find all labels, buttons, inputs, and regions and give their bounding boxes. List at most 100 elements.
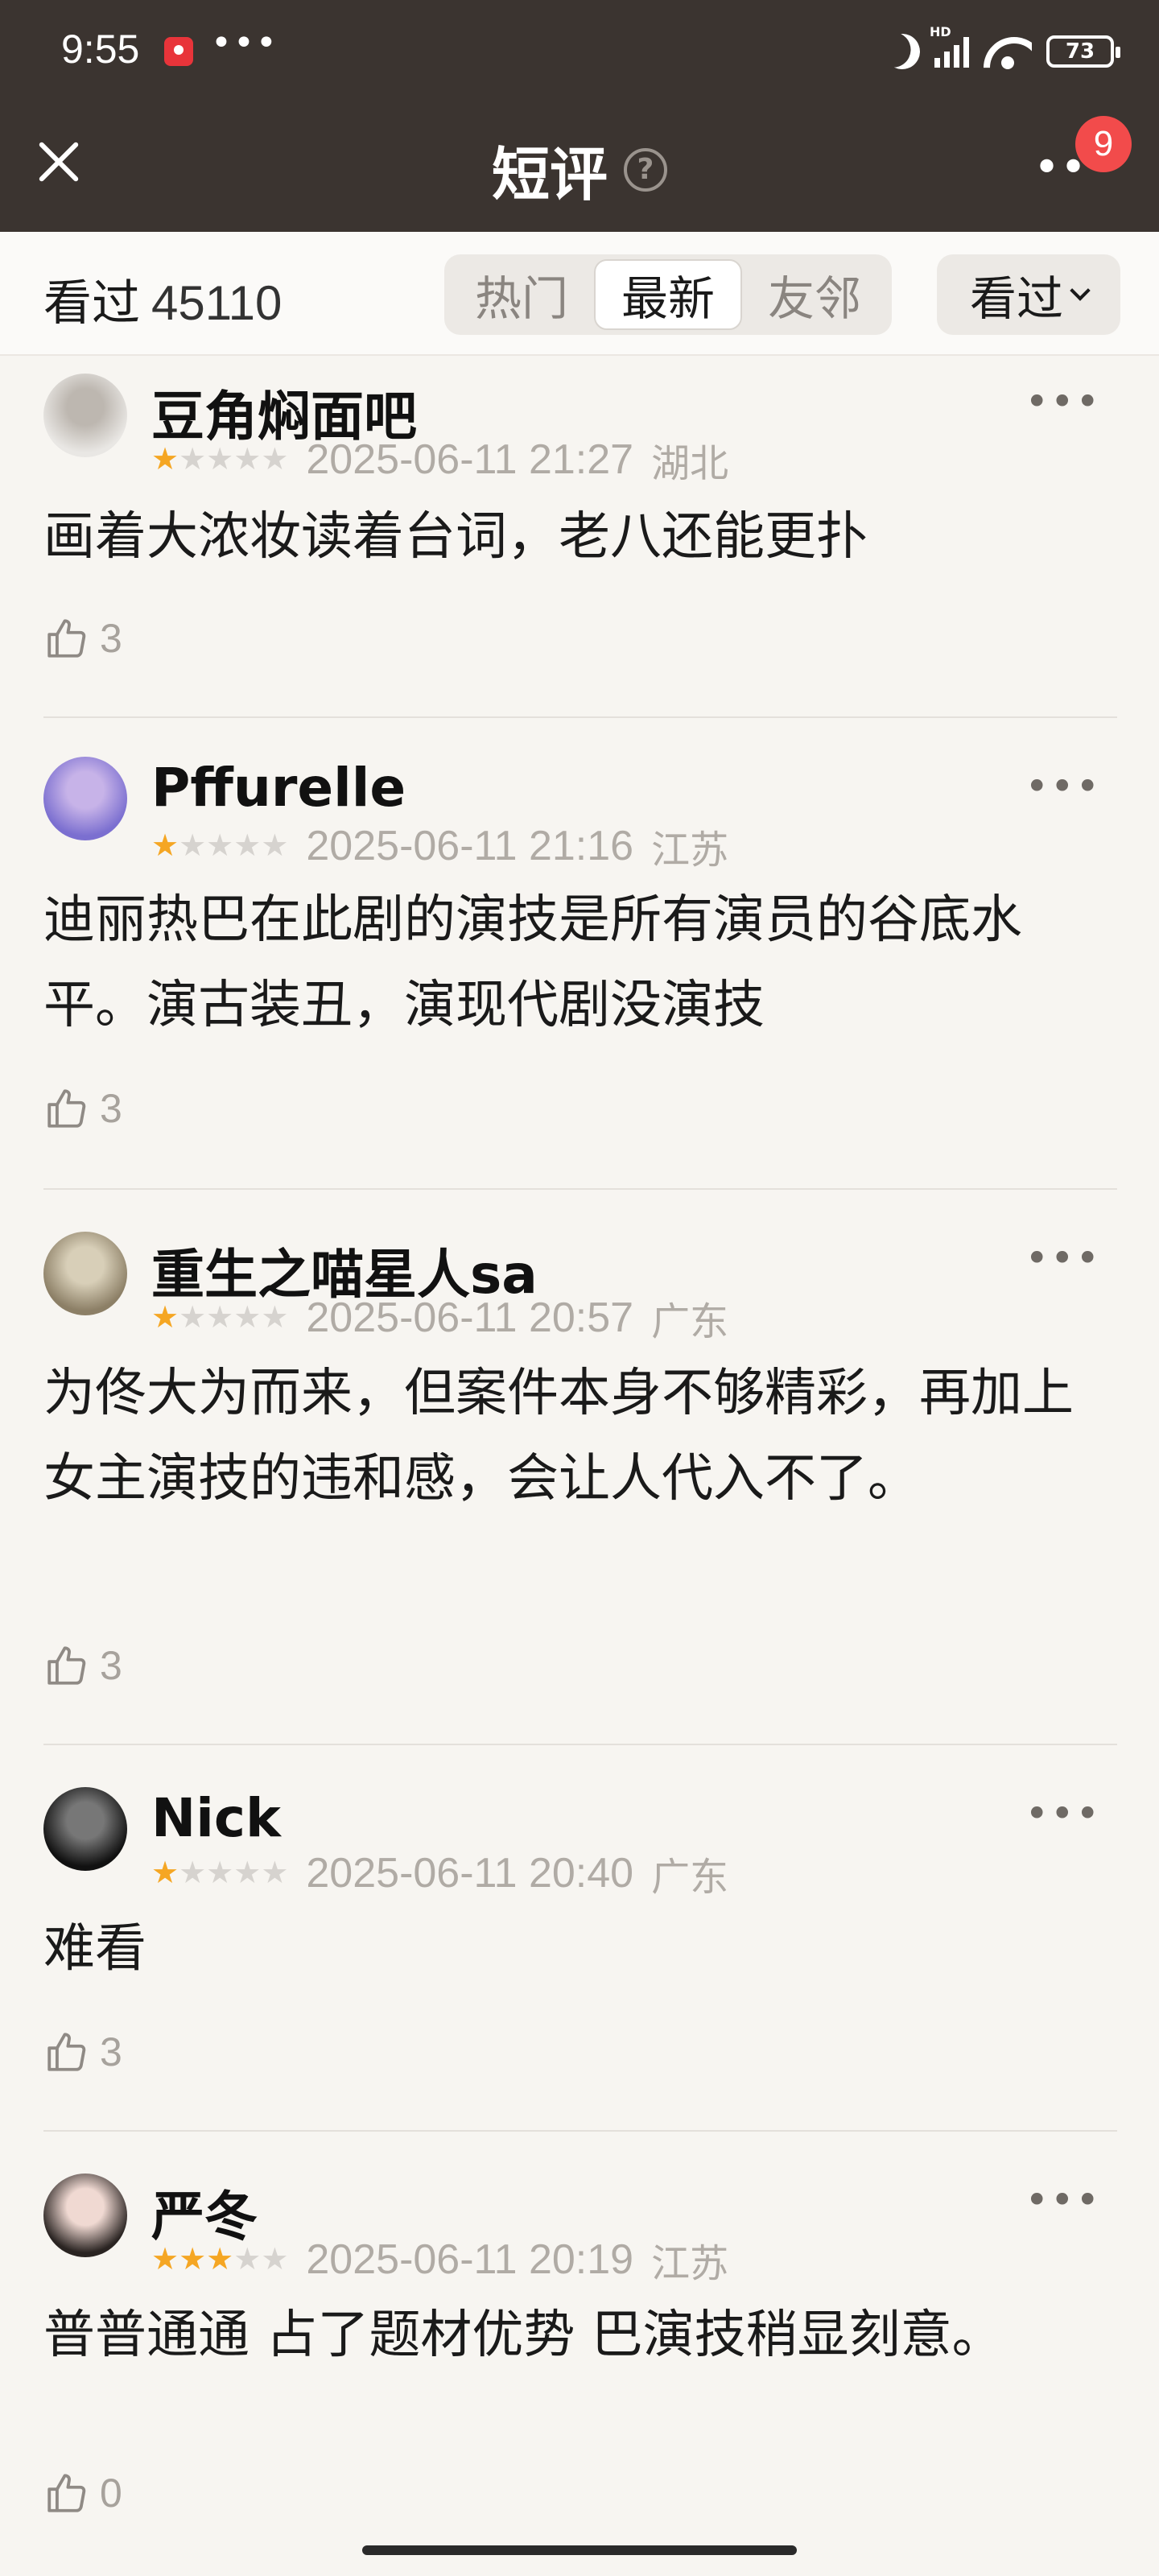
wifi-icon — [984, 34, 1032, 69]
like-button[interactable]: 3 — [43, 615, 122, 662]
status-filter-label: 看过 — [969, 271, 1063, 326]
review-time: 2025-06-11 21:27 — [306, 436, 634, 483]
star-empty-icon: ★ — [233, 1301, 262, 1335]
review-meta: ★ ★ ★ ★ ★ 2025-06-11 20:40 广东 — [151, 1845, 728, 1901]
thumbs-up-icon — [43, 615, 90, 662]
star-empty-icon: ★ — [233, 443, 262, 477]
review-item: 重生之喵星人sa ★ ★ ★ ★ ★ 2025-06-11 20:57 广东 ••• 为… — [43, 1190, 1117, 1745]
thumbs-up-icon — [43, 2029, 90, 2075]
review-more-icon[interactable]: ••• — [1025, 2177, 1101, 2223]
star-empty-icon: ★ — [233, 829, 262, 863]
tab-latest[interactable]: 最新 — [594, 259, 742, 330]
star-empty-icon: ★ — [261, 829, 289, 863]
like-count: 3 — [100, 2029, 122, 2074]
more-notifications-icon: ••• — [211, 23, 278, 64]
avatar[interactable] — [43, 1787, 127, 1871]
status-time: 9:55 — [61, 27, 140, 72]
sort-tabs: 热门 最新 友邻 — [444, 254, 892, 335]
like-button[interactable]: 3 — [43, 1085, 122, 1132]
star-filled-icon: ★ — [151, 829, 179, 863]
home-indicator[interactable] — [362, 2545, 797, 2555]
star-empty-icon: ★ — [206, 1856, 234, 1890]
notification-app-icon — [164, 37, 193, 66]
review-text: 难看 — [43, 1919, 146, 1979]
review-meta: ★ ★ ★ ★ ★ 2025-06-11 20:19 江苏 — [151, 2231, 728, 2288]
like-count: 0 — [100, 2471, 122, 2516]
like-count: 3 — [100, 1086, 122, 1131]
star-empty-icon: ★ — [261, 2243, 289, 2277]
star-filled-icon: ★ — [151, 1301, 179, 1335]
review-more-icon[interactable]: ••• — [1025, 763, 1101, 810]
review-item: Pffurelle ★ ★ ★ ★ ★ 2025-06-11 21:16 江苏 ••• … — [43, 718, 1117, 1190]
review-item: Nick ★ ★ ★ ★ ★ 2025-06-11 20:40 广东 ••• 难看 3 — [43, 1745, 1117, 2132]
review-location: 广东 — [651, 1855, 729, 1900]
avatar[interactable] — [43, 757, 127, 840]
help-icon[interactable]: ? — [624, 147, 667, 192]
star-filled-icon: ★ — [151, 443, 179, 477]
review-more-icon[interactable]: ••• — [1025, 378, 1101, 425]
review-list: 豆角焖面吧 ★ ★ ★ ★ ★ 2025-06-11 21:27 湖北 ••• 画着大浓… — [43, 356, 1117, 2537]
star-empty-icon: ★ — [261, 443, 289, 477]
review-text: 迪丽热巴在此剧的演技是所有演员的谷底水平。演古装丑，演现代剧没演技 — [43, 890, 1022, 1035]
review-location: 湖北 — [651, 441, 729, 486]
status-icons: HD 73 — [885, 24, 1120, 74]
review-username[interactable]: Nick — [151, 1787, 281, 1849]
rating-stars: ★ ★ ★ ★ ★ — [151, 2244, 288, 2275]
seen-label: 看过 — [43, 275, 140, 332]
avatar[interactable] — [43, 1232, 127, 1315]
hd-label: HD — [930, 24, 951, 39]
review-meta: ★ ★ ★ ★ ★ 2025-06-11 20:57 广东 — [151, 1290, 728, 1346]
review-username[interactable]: Pffurelle — [151, 757, 406, 819]
review-time: 2025-06-11 20:57 — [306, 1294, 634, 1341]
nav-bar: 短评 ? •• 9 — [0, 97, 1159, 232]
tab-hot[interactable]: 热门 — [449, 259, 594, 330]
seen-count-value: 45110 — [151, 276, 283, 330]
cellular-signal-icon: HD — [930, 24, 969, 68]
rating-stars: ★ ★ ★ ★ ★ — [151, 444, 288, 475]
like-button[interactable]: 3 — [43, 1642, 122, 1689]
star-empty-icon: ★ — [206, 443, 234, 477]
avatar[interactable] — [43, 374, 127, 457]
review-meta: ★ ★ ★ ★ ★ 2025-06-11 21:16 江苏 — [151, 818, 728, 874]
star-empty-icon: ★ — [179, 443, 207, 477]
review-location: 江苏 — [651, 828, 729, 873]
like-count: 3 — [100, 616, 122, 661]
battery-level: 73 — [1065, 39, 1095, 64]
star-filled-icon: ★ — [206, 2243, 234, 2277]
star-empty-icon: ★ — [179, 829, 207, 863]
review-time: 2025-06-11 20:40 — [306, 1850, 634, 1897]
status-bar: 9:55 ••• HD 73 — [0, 0, 1159, 97]
star-empty-icon: ★ — [261, 1301, 289, 1335]
status-filter-dropdown[interactable]: 看过 — [937, 254, 1120, 335]
tab-friends[interactable]: 友邻 — [742, 259, 887, 330]
review-time: 2025-06-11 21:16 — [306, 823, 634, 869]
review-more-icon[interactable]: ••• — [1025, 1235, 1101, 1282]
like-button[interactable]: 0 — [43, 2470, 122, 2516]
like-button[interactable]: 3 — [43, 2029, 122, 2075]
thumbs-up-icon — [43, 1085, 90, 1132]
rating-stars: ★ ★ ★ ★ ★ — [151, 1302, 288, 1333]
review-text: 为佟大为而来，但案件本身不够精彩，再加上女主演技的违和感，会让人代入不了。 — [43, 1364, 1074, 1509]
seen-count: 看过 45110 — [43, 264, 282, 334]
do-not-disturb-icon — [880, 29, 925, 74]
review-more-icon[interactable]: ••• — [1025, 1790, 1101, 1837]
star-filled-icon: ★ — [179, 2243, 207, 2277]
star-empty-icon: ★ — [233, 1856, 262, 1890]
star-empty-icon: ★ — [179, 1301, 207, 1335]
star-empty-icon: ★ — [206, 1301, 234, 1335]
star-filled-icon: ★ — [151, 1856, 179, 1890]
review-item: 严冬 ★ ★ ★ ★ ★ 2025-06-11 20:19 江苏 ••• 普普通通 占了… — [43, 2132, 1117, 2537]
thumbs-up-icon — [43, 1642, 90, 1689]
page-title-row: 短评 ? — [0, 127, 1159, 212]
avatar[interactable] — [43, 2174, 127, 2257]
notification-badge: 9 — [1075, 116, 1132, 172]
review-meta: ★ ★ ★ ★ ★ 2025-06-11 21:27 湖北 — [151, 431, 728, 488]
star-empty-icon: ★ — [261, 1856, 289, 1890]
page-title: 短评 — [491, 141, 608, 208]
review-location: 江苏 — [651, 2241, 729, 2286]
review-location: 广东 — [651, 1299, 729, 1344]
thumbs-up-icon — [43, 2470, 90, 2516]
review-item: 豆角焖面吧 ★ ★ ★ ★ ★ 2025-06-11 21:27 湖北 ••• 画着大浓… — [43, 356, 1117, 718]
like-count: 3 — [100, 1643, 122, 1688]
battery-icon: 73 — [1046, 35, 1120, 68]
